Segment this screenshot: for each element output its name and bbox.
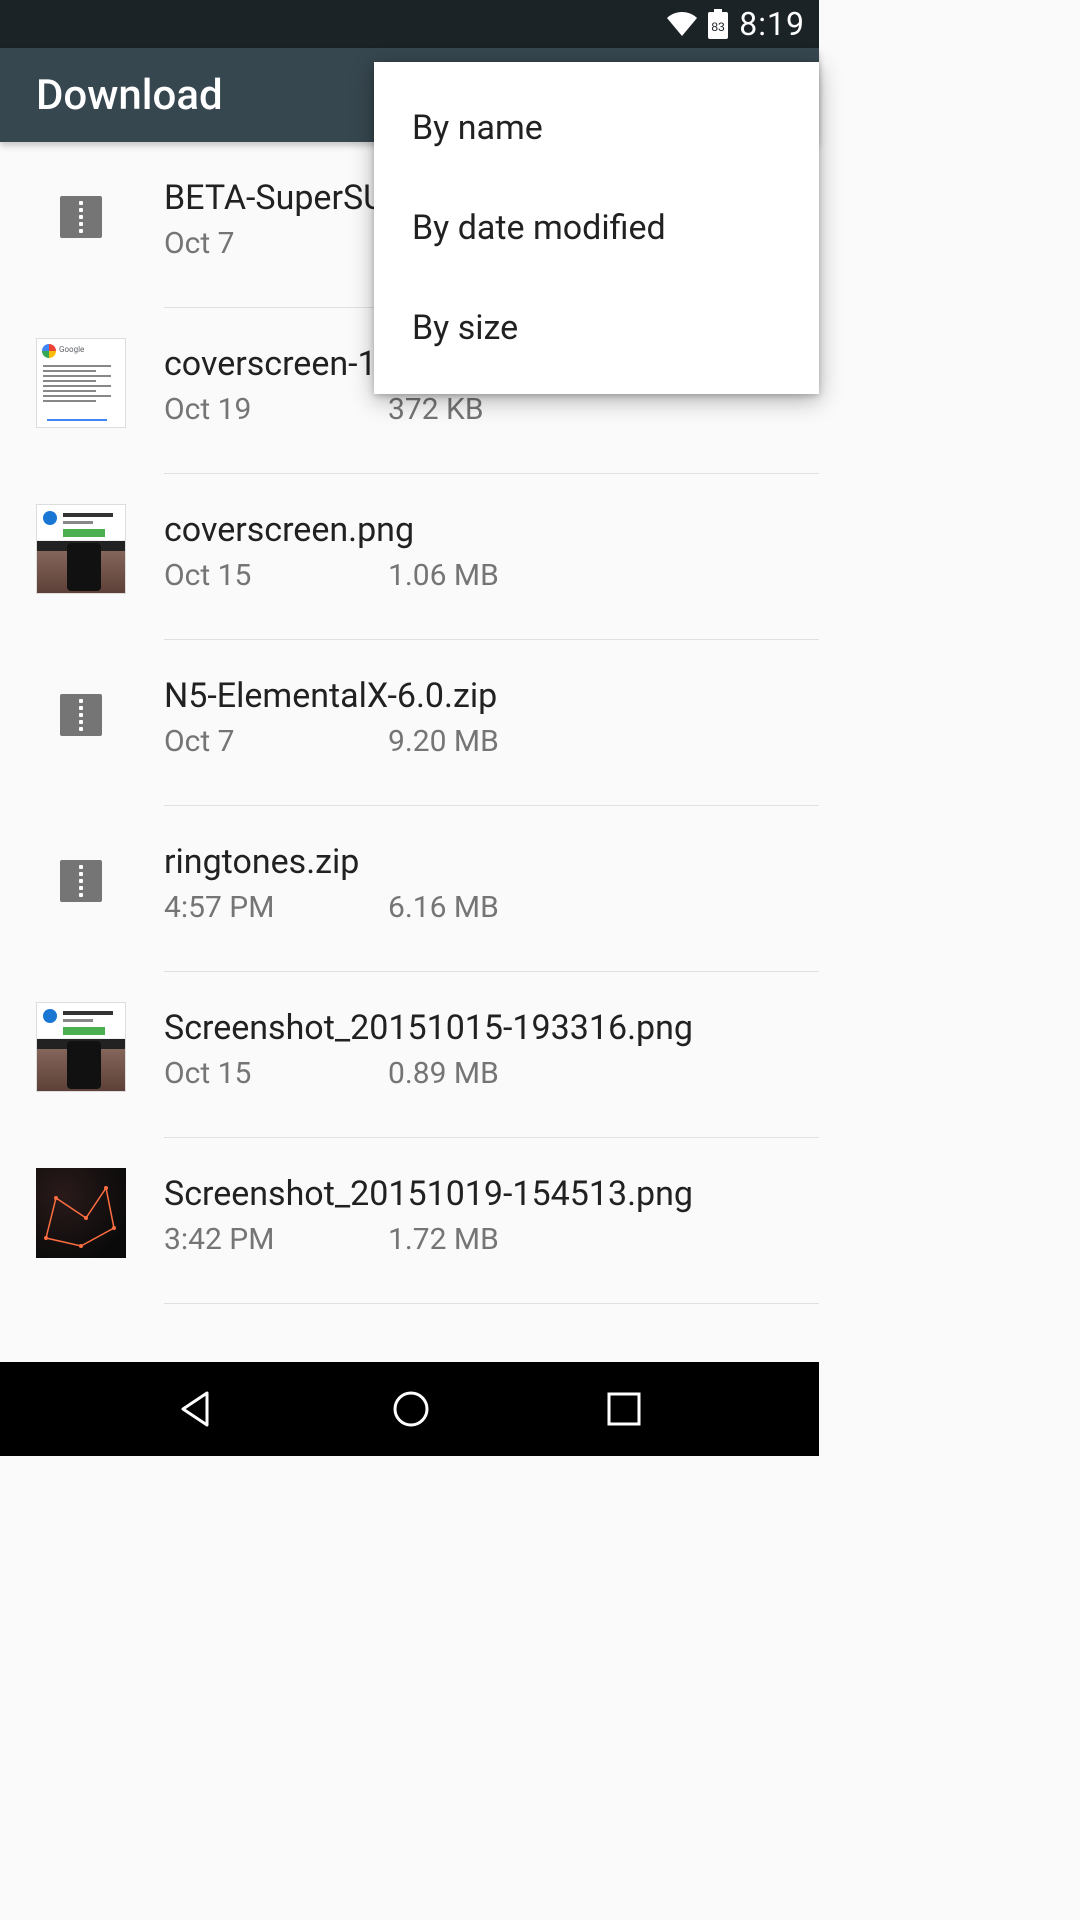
file-size: 0.89 MB [388, 1056, 499, 1091]
file-name: Screenshot_20151015-193316.png [164, 1008, 804, 1048]
file-row[interactable]: Screenshot_20151015-193316.png Oct 15 0.… [0, 972, 819, 1138]
file-name: ringtones.zip [164, 842, 804, 882]
file-date: Oct 7 [164, 226, 388, 261]
image-thumbnail [36, 1168, 126, 1258]
page-title: Download [36, 71, 223, 120]
sort-by-name[interactable]: By name [374, 78, 819, 178]
zip-icon [60, 196, 102, 238]
file-thumbnail [36, 1168, 126, 1258]
sort-by-size[interactable]: By size [374, 278, 819, 378]
file-date: Oct 15 [164, 558, 388, 593]
file-thumbnail [36, 836, 126, 926]
zip-icon [60, 860, 102, 902]
file-size: 6.16 MB [388, 890, 499, 925]
file-date: Oct 19 [164, 392, 388, 427]
image-thumbnail: Google [36, 338, 126, 428]
sort-by-date-modified[interactable]: By date modified [374, 178, 819, 278]
file-row[interactable]: ringtones.zip 4:57 PM 6.16 MB [0, 806, 819, 972]
file-date: 3:42 PM [164, 1222, 388, 1257]
wifi-icon [667, 12, 697, 36]
file-row[interactable]: coverscreen.png Oct 15 1.06 MB [0, 474, 819, 640]
file-name: N5-ElementalX-6.0.zip [164, 676, 804, 716]
file-date: Oct 15 [164, 1056, 388, 1091]
navigation-bar [0, 1362, 819, 1456]
zip-icon [60, 694, 102, 736]
file-thumbnail [36, 670, 126, 760]
back-button[interactable] [177, 1389, 217, 1429]
battery-percent-text: 83 [712, 20, 726, 34]
file-size: 1.06 MB [388, 558, 499, 593]
file-row[interactable]: Screenshot_20151019-154513.png 3:42 PM 1… [0, 1138, 819, 1304]
file-thumbnail: Google [36, 338, 126, 428]
file-name: Screenshot_20151019-154513.png [164, 1174, 804, 1214]
file-size: 9.20 MB [388, 724, 499, 759]
status-bar: 83 8:19 [0, 0, 819, 48]
file-thumbnail [36, 1002, 126, 1092]
status-time: 8:19 [739, 5, 805, 43]
file-row[interactable]: N5-ElementalX-6.0.zip Oct 7 9.20 MB [0, 640, 819, 806]
image-thumbnail [36, 504, 126, 594]
file-thumbnail [36, 172, 126, 262]
file-size: 1.72 MB [388, 1222, 499, 1257]
file-name: coverscreen.png [164, 510, 804, 550]
file-date: 4:57 PM [164, 890, 388, 925]
battery-icon: 83 [707, 9, 729, 39]
file-size: 372 KB [388, 392, 484, 427]
file-thumbnail [36, 504, 126, 594]
image-thumbnail [36, 1002, 126, 1092]
sort-menu: By name By date modified By size [374, 62, 819, 394]
recent-apps-button[interactable] [606, 1391, 642, 1427]
home-button[interactable] [391, 1389, 431, 1429]
file-date: Oct 7 [164, 724, 388, 759]
